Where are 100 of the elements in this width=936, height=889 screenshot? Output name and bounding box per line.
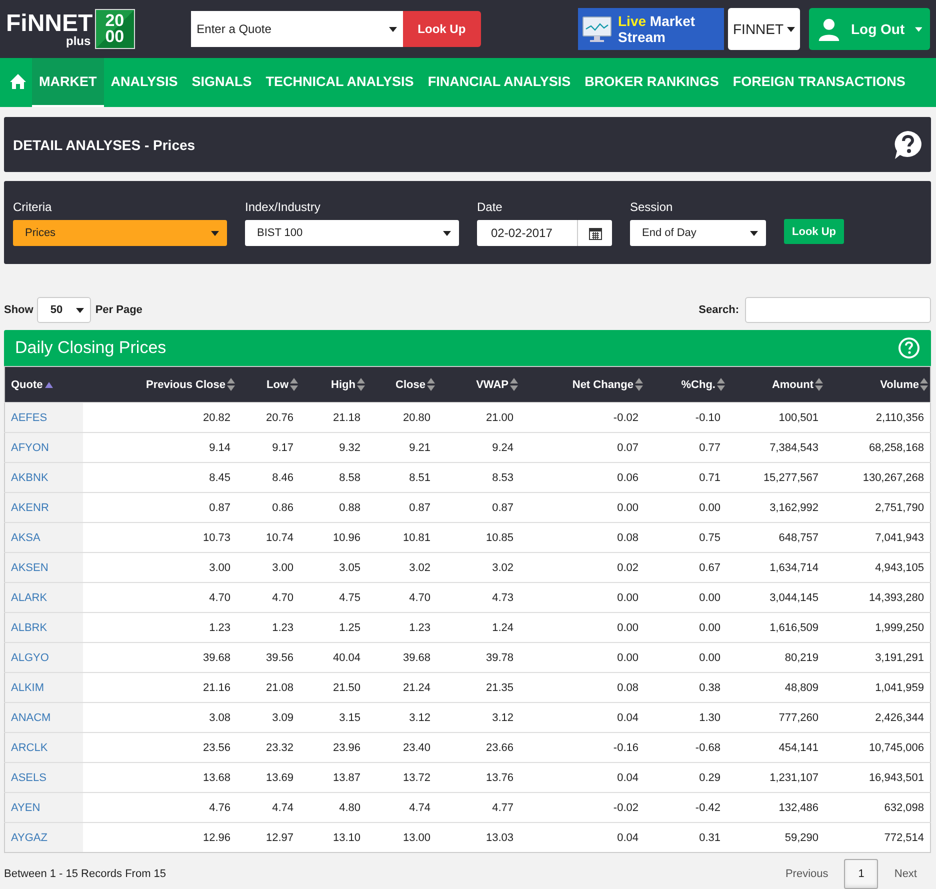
pagination-link[interactable]: 1 [844, 859, 878, 889]
log-out-button[interactable]: Log Out [809, 8, 930, 50]
table-cell: 21.08 [236, 672, 300, 702]
look-up-button[interactable]: Look Up [402, 11, 481, 47]
table-cell: 3,162,992 [726, 492, 824, 522]
logo-badge: 20 00 [94, 9, 135, 49]
quote-link[interactable]: ARCLK [11, 742, 48, 754]
quote-link[interactable]: AYEN [11, 802, 40, 814]
column-header[interactable]: Amount [726, 366, 824, 402]
table-cell: 4.80 [300, 792, 366, 822]
column-header[interactable]: Previous Close [82, 366, 236, 402]
table-cell: 20.76 [236, 402, 300, 432]
look-up-button[interactable]: Look Up [784, 219, 844, 244]
quote-link[interactable]: AEFES [11, 412, 48, 424]
table-cell: 648,757 [726, 522, 824, 552]
table-cell: 4.73 [436, 582, 520, 612]
column-header[interactable]: VWAP [436, 366, 520, 402]
column-header[interactable]: Low [236, 366, 300, 402]
table-cell: 0.88 [300, 492, 366, 522]
column-header[interactable]: %Chg. [644, 366, 726, 402]
nav-tab[interactable]: TECHNICAL ANALYSIS [258, 58, 421, 107]
table-cell: 454,141 [726, 732, 824, 762]
filter-select[interactable]: BIST 100 [245, 220, 459, 246]
table-cell: 4.74 [366, 792, 436, 822]
table-cell: 10.81 [366, 522, 436, 552]
quote-link[interactable]: AKBNK [11, 472, 48, 484]
quote-link[interactable]: AKSEN [11, 562, 48, 574]
table-cell: 39.56 [236, 642, 300, 672]
table-cell: 0.00 [520, 642, 644, 672]
pagination-link[interactable]: Next [880, 859, 931, 889]
nav-tab[interactable]: FOREIGN TRANSACTIONS [726, 58, 912, 107]
table-cell: 1,999,250 [824, 612, 930, 642]
table-cell: 59,290 [726, 822, 824, 852]
nav-tab[interactable]: MARKET [32, 58, 104, 107]
filter-label: Criteria [13, 200, 53, 214]
table-cell: -0.02 [520, 402, 644, 432]
table-cell: 68,258,168 [824, 432, 930, 462]
filter-select[interactable]: Prices [13, 220, 227, 246]
table-cell: 1.24 [436, 612, 520, 642]
table-cell: 21.00 [436, 402, 520, 432]
table-cell: 2,751,790 [824, 492, 930, 522]
filter-label: Session [630, 200, 674, 214]
quote-link[interactable]: ALGYO [11, 652, 49, 664]
table-cell: 0.87 [436, 492, 520, 522]
table-cell: 13.00 [366, 822, 436, 852]
column-header[interactable]: Close [366, 366, 436, 402]
quote-link[interactable]: ASELS [11, 772, 46, 784]
table-cell: 130,267,268 [824, 462, 930, 492]
pagination-link[interactable]: Previous [771, 859, 842, 889]
table-cell: 0.29 [644, 762, 726, 792]
table-cell: 2,426,344 [824, 702, 930, 732]
table-cell: 48,809 [726, 672, 824, 702]
quote-link[interactable]: AYGAZ [11, 832, 48, 844]
nav-tab[interactable]: FINANCIAL ANALYSIS [420, 58, 578, 107]
quote-link[interactable]: ALBRK [11, 622, 48, 634]
table-cell: 9.17 [236, 432, 300, 462]
table-cell: 21.50 [300, 672, 366, 702]
account-menu-button[interactable]: FINNET [728, 8, 800, 50]
table-cell: 39.78 [436, 642, 520, 672]
table-cell: 10,745,006 [824, 732, 930, 762]
nav-tab[interactable]: SIGNALS [184, 58, 259, 107]
quote-link[interactable]: AKENR [11, 502, 49, 514]
table-cell: 13.03 [436, 822, 520, 852]
table-cell: 39.68 [82, 642, 236, 672]
table-cell: 13.69 [236, 762, 300, 792]
date-field[interactable]: 02-02-2017 [477, 220, 577, 246]
quote-link[interactable]: AKSA [11, 532, 40, 544]
table-cell: 3.02 [436, 552, 520, 582]
quote-link[interactable]: AFYON [11, 442, 49, 454]
table-cell: 8.51 [366, 462, 436, 492]
column-header[interactable]: Volume [824, 366, 930, 402]
table-cell: 9.32 [300, 432, 366, 462]
quote-input-field[interactable]: Enter a Quote [190, 11, 403, 47]
page-size-select[interactable]: 50 [37, 297, 92, 323]
table-cell: 16,943,501 [824, 762, 930, 792]
nav-tab[interactable]: ANALYSIS [104, 58, 185, 107]
column-header[interactable]: Net Change [520, 366, 644, 402]
table-cell: 8.46 [236, 462, 300, 492]
column-header[interactable]: Quote [4, 366, 82, 402]
table-cell: 23.66 [436, 732, 520, 762]
live-market-stream-button[interactable]: Live Market Stream [578, 8, 724, 50]
table-cell: 0.04 [520, 762, 644, 792]
table-cell: 777,260 [726, 702, 824, 732]
column-header[interactable]: High [300, 366, 366, 402]
nav-tab[interactable]: BROKER RANKINGS [578, 58, 726, 107]
filter-select[interactable]: End of Day [630, 220, 766, 246]
quote-link[interactable]: ALKIM [11, 682, 44, 694]
show-label: Show [4, 304, 34, 316]
table-cell: 0.86 [236, 492, 300, 522]
table-cell: 13.68 [82, 762, 236, 792]
table-cell: 1.23 [82, 612, 236, 642]
table-cell: -0.42 [644, 792, 726, 822]
table-cell: 13.72 [366, 762, 436, 792]
table-cell: 0.08 [520, 522, 644, 552]
quote-link[interactable]: ALARK [11, 592, 48, 604]
table-cell: 4,943,105 [824, 552, 930, 582]
table-cell: 3.15 [300, 702, 366, 732]
page-title: DETAIL ANALYSES - Prices [13, 136, 196, 152]
table-cell: 0.00 [644, 612, 726, 642]
table-cell: 8.58 [300, 462, 366, 492]
